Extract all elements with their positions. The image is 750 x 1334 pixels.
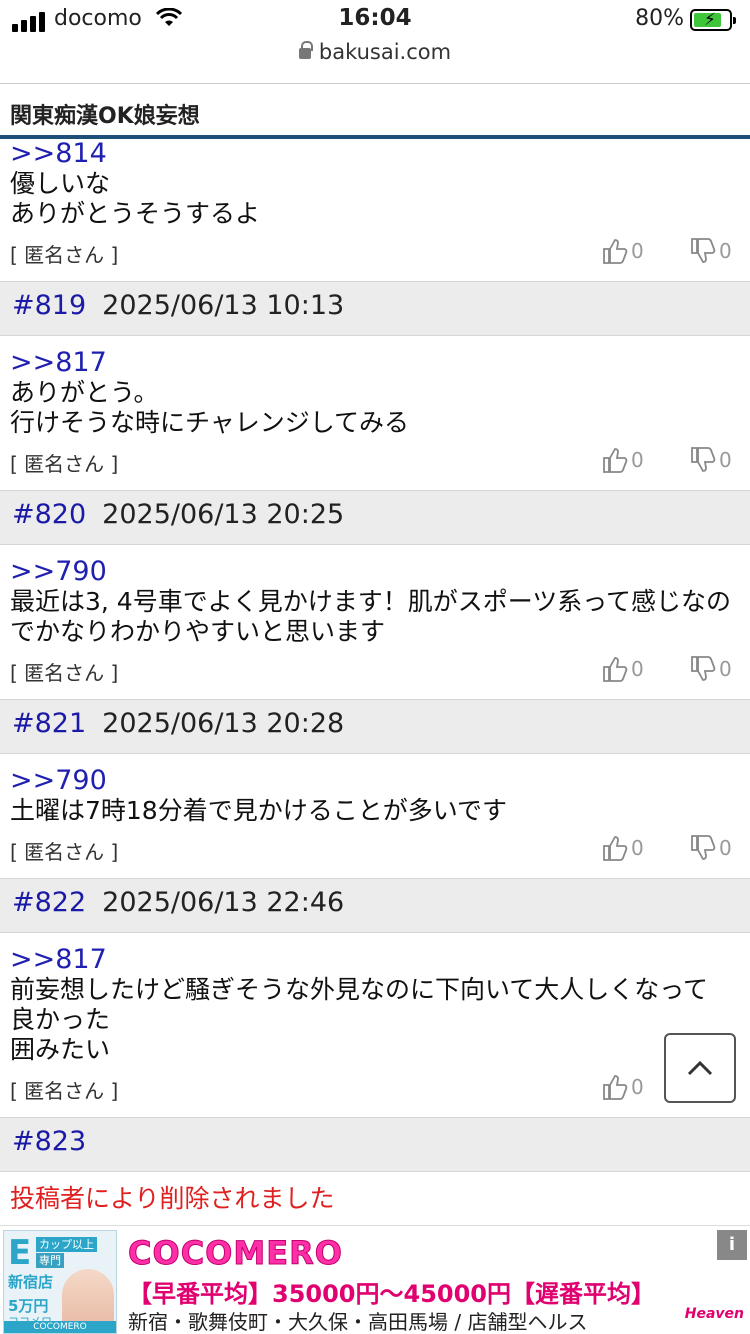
post-feed[interactable]: >>814 優しいな ありがとうそうするよ [ 匿名さん ] 0 0 #819 2… — [0, 139, 750, 1225]
reply-link[interactable]: >>817 — [10, 348, 740, 378]
like-button[interactable]: 0 — [602, 446, 644, 474]
chevron-up-icon — [687, 1060, 713, 1076]
thumbs-down-icon — [691, 238, 716, 263]
like-count: 0 — [631, 1075, 644, 1099]
like-button[interactable]: 0 — [602, 655, 644, 683]
like-button[interactable]: 0 — [602, 834, 644, 862]
post-footer: [ 匿名さん ] 0 0 — [0, 229, 750, 281]
post-header: #819 2025/06/13 10:13 — [0, 281, 750, 336]
battery-percent: 80% — [635, 6, 684, 31]
url-domain: bakusai.com — [318, 40, 452, 64]
post-number[interactable]: #822 — [12, 887, 86, 918]
dislike-button[interactable]: 0 — [690, 237, 732, 265]
poster-name: [ 匿名さん ] — [10, 661, 119, 685]
post-text: 土曜は7時18分着で見かけることが多いです — [10, 796, 507, 825]
post-text: 最近は3, 4号車でよく見かけます！肌がスポーツ系って感じなの でかなりわかりや… — [10, 587, 731, 646]
dislike-button[interactable]: 0 — [690, 446, 732, 474]
ad-title[interactable]: COCOMERO — [128, 1234, 343, 1273]
ad-thumb-tag: 専門 — [36, 1253, 64, 1268]
post-header: #822 2025/06/13 22:46 — [0, 878, 750, 933]
thumbs-down-icon — [691, 835, 716, 860]
scroll-to-top-button[interactable] — [664, 1033, 736, 1103]
post-number[interactable]: #821 — [12, 708, 86, 739]
ad-thumb-shop: 新宿店 — [8, 1273, 54, 1291]
post-date: 2025/06/13 20:25 — [102, 499, 345, 530]
post-number[interactable]: #820 — [12, 499, 86, 530]
ad-info-icon[interactable]: i — [717, 1230, 747, 1260]
post-body: >>817 ありがとう。 行けそうな時にチャレンジしてみる — [0, 336, 750, 438]
dislike-button[interactable]: 0 — [690, 655, 732, 683]
thumbs-up-icon — [603, 1075, 628, 1100]
post-body: 投稿者により削除されました — [0, 1172, 750, 1214]
post-date: 2025/06/13 22:46 — [102, 887, 345, 918]
ad-heaven-logo: Heaven — [684, 1306, 744, 1322]
poster-name: [ 匿名さん ] — [10, 243, 119, 267]
post-body: >>817 前妄想したけど騒ぎそうな外見なのに下向いて大人しくなって 良かった … — [0, 933, 750, 1065]
post-header: #823 — [0, 1117, 750, 1172]
post-body: >>790 最近は3, 4号車でよく見かけます！肌がスポーツ系って感じなの でか… — [0, 545, 750, 647]
poster-name: [ 匿名さん ] — [10, 840, 119, 864]
poster-name: [ 匿名さん ] — [10, 1079, 119, 1103]
lock-icon — [298, 41, 313, 59]
like-button[interactable]: 0 — [602, 237, 644, 265]
post-date: 2025/06/13 10:13 — [102, 290, 345, 321]
ad-area-line: 新宿・歌舞伎町・大久保・高田馬場 / 店舗型ヘルス — [128, 1310, 588, 1334]
battery-icon: ⚡ — [690, 9, 736, 31]
thumbs-down-icon — [691, 447, 716, 472]
status-bar: docomo 16:04 80% ⚡ — [0, 0, 750, 40]
reply-link[interactable]: >>790 — [10, 766, 740, 796]
thumbs-up-icon — [603, 657, 628, 682]
ad-thumbnail[interactable]: E カップ以上 専門 新宿店 5万円 ココメロ COCOMERO — [3, 1230, 117, 1334]
like-count: 0 — [631, 657, 644, 681]
board-title: 関東痴漢OK娘妄想 — [0, 83, 750, 135]
post-text: 前妄想したけど騒ぎそうな外見なのに下向いて大人しくなって 良かった 囲みたい — [10, 975, 709, 1064]
dislike-button[interactable]: 0 — [690, 834, 732, 862]
post-number[interactable]: #819 — [12, 290, 86, 321]
post-text: 優しいな ありがとうそうするよ — [10, 169, 261, 228]
reply-link[interactable]: >>814 — [10, 139, 740, 169]
poster-name: [ 匿名さん ] — [10, 452, 119, 476]
post-footer: [ 匿名さん ] 0 0 — [0, 826, 750, 878]
post-text: ありがとう。 行けそうな時にチャレンジしてみる — [10, 378, 410, 437]
thumbs-up-icon — [603, 836, 628, 861]
ad-thumb-tag: カップ以上 — [36, 1237, 97, 1252]
like-count: 0 — [631, 239, 644, 263]
reply-link[interactable]: >>817 — [10, 945, 740, 975]
like-count: 0 — [631, 448, 644, 472]
url-bar[interactable]: bakusai.com — [0, 40, 750, 80]
dislike-count: 0 — [719, 836, 732, 860]
post-footer: [ 匿名さん ] 0 0 — [0, 647, 750, 699]
like-button[interactable]: 0 — [602, 1073, 644, 1101]
post-date: 2025/06/13 20:28 — [102, 708, 345, 739]
ad-banner[interactable]: E カップ以上 専門 新宿店 5万円 ココメロ COCOMERO COCOMER… — [0, 1225, 750, 1334]
post-footer: [ 匿名さん ] 0 0 — [0, 438, 750, 490]
thumbs-up-icon — [603, 448, 628, 473]
dislike-count: 0 — [719, 239, 732, 263]
post-body: >>790 土曜は7時18分着で見かけることが多いです — [0, 754, 750, 826]
like-count: 0 — [631, 836, 644, 860]
thumbs-up-icon — [603, 239, 628, 264]
dislike-count: 0 — [719, 657, 732, 681]
post-footer: [ 匿名さん ] 0 0 — [0, 1065, 750, 1117]
dislike-count: 0 — [719, 448, 732, 472]
post-header: #820 2025/06/13 20:25 — [0, 490, 750, 545]
ad-thumb-letter: E — [8, 1233, 32, 1273]
post-body: >>814 優しいな ありがとうそうするよ — [0, 139, 750, 229]
deleted-notice: 投稿者により削除されました — [10, 1184, 335, 1213]
thumbs-down-icon — [691, 656, 716, 681]
ad-price-line: 【早番平均】35000円～45000円【遅番平均】 — [128, 1280, 655, 1308]
reply-link[interactable]: >>790 — [10, 557, 740, 587]
ad-thumb-brand-en: COCOMERO — [4, 1321, 116, 1333]
post-number[interactable]: #823 — [12, 1126, 86, 1157]
post-header: #821 2025/06/13 20:28 — [0, 699, 750, 754]
